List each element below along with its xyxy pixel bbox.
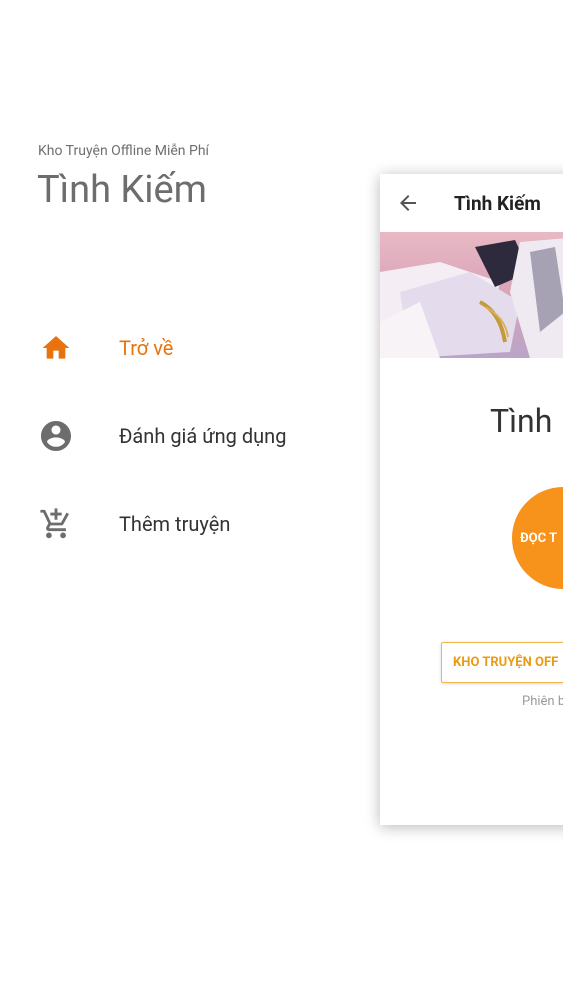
home-icon xyxy=(38,330,74,366)
menu-item-label: Trở về xyxy=(119,336,174,360)
app-screen-preview[interactable]: Tình Kiếm Tình ĐỌC T KHO TRUYỆN OFF Phiê… xyxy=(380,174,563,825)
drawer-title: Tình Kiếm xyxy=(37,168,207,212)
add-cart-icon xyxy=(38,506,74,542)
arrow-back-icon[interactable] xyxy=(396,191,420,215)
version-text: Phiên b xyxy=(522,694,563,709)
story-store-button[interactable]: KHO TRUYỆN OFF xyxy=(441,642,563,683)
app-bar: Tình Kiếm xyxy=(380,174,563,232)
menu-item-label: Thêm truyện xyxy=(119,512,231,536)
navigation-drawer: Kho Truyện Offline Miễn Phí Tình Kiếm Tr… xyxy=(0,0,380,1000)
read-story-button[interactable]: ĐỌC T xyxy=(512,487,563,589)
menu-item-rate-app[interactable]: Đánh giá ứng dụng xyxy=(0,408,380,464)
menu-item-label: Đánh giá ứng dụng xyxy=(119,424,287,448)
drawer-subtitle: Kho Truyện Offline Miễn Phí xyxy=(38,143,210,159)
story-title: Tình xyxy=(490,402,553,440)
account-circle-icon xyxy=(38,418,74,454)
app-bar-title: Tình Kiếm xyxy=(454,192,541,215)
cover-image xyxy=(380,232,563,358)
menu-item-back[interactable]: Trở về xyxy=(0,320,380,376)
menu-item-add-story[interactable]: Thêm truyện xyxy=(0,496,380,552)
